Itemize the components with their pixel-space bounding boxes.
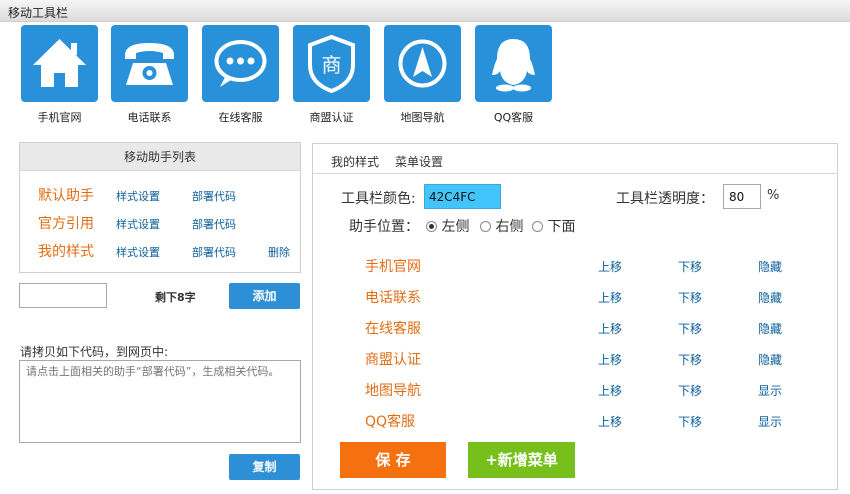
remaining-chars-text: 剩下8字: [155, 291, 196, 304]
settings-tabs: 我的样式 菜单设置: [313, 144, 837, 174]
style-settings-link[interactable]: 样式设置: [116, 188, 160, 204]
assistant-name[interactable]: 我的样式: [38, 241, 94, 261]
list-item[interactable]: 默认助手 样式设置 部署代码: [20, 185, 300, 209]
tile-online-service[interactable]: 在线客服: [202, 25, 279, 124]
menu-row: QQ客服 上移 下移 显示: [313, 411, 833, 433]
list-item[interactable]: 我的样式 样式设置 部署代码 删除: [20, 241, 300, 265]
tile-label: 在线客服: [218, 111, 263, 124]
list-item[interactable]: 官方引用 样式设置 部署代码: [20, 213, 300, 237]
home-icon: [21, 25, 98, 102]
copy-button[interactable]: 复制: [229, 454, 300, 480]
move-down-link[interactable]: 下移: [678, 320, 702, 337]
tile-mobile-site[interactable]: 手机官网: [21, 25, 98, 124]
add-menu-button[interactable]: +新增菜单: [468, 442, 575, 478]
delete-link[interactable]: 删除: [268, 244, 290, 260]
shield-badge-icon: 商: [293, 25, 370, 102]
radio-left-label: 左侧: [441, 219, 470, 235]
assistant-list-panel: 移动助手列表 默认助手 样式设置 部署代码 官方引用 样式设置 部署代码 我的样…: [19, 142, 301, 273]
radio-bottom[interactable]: [532, 221, 543, 232]
add-button[interactable]: 添加: [229, 283, 300, 309]
window-title: 移动工具栏: [8, 6, 69, 20]
save-button[interactable]: 保 存: [340, 442, 446, 478]
menu-row: 手机官网 上移 下移 隐藏: [313, 256, 833, 278]
radio-right[interactable]: [480, 221, 491, 232]
deploy-code-link[interactable]: 部署代码: [192, 216, 236, 232]
toggle-visibility-link[interactable]: 显示: [758, 382, 782, 399]
toggle-visibility-link[interactable]: 隐藏: [758, 289, 782, 306]
compass-arrow-icon: [384, 25, 461, 102]
menu-row: 商盟认证 上移 下移 隐藏: [313, 349, 833, 371]
toolbar-color-input[interactable]: [424, 184, 501, 209]
chat-bubble-icon: [202, 25, 279, 102]
move-up-link[interactable]: 上移: [598, 289, 622, 306]
window-titlebar: 移动工具栏: [0, 0, 850, 22]
move-down-link[interactable]: 下移: [678, 382, 702, 399]
move-down-link[interactable]: 下移: [678, 258, 702, 275]
move-up-link[interactable]: 上移: [598, 382, 622, 399]
tile-label: 商盟认证: [309, 111, 354, 124]
svg-text:商: 商: [322, 53, 342, 77]
tile-label: 手机官网: [37, 111, 82, 124]
position-option-right[interactable]: 右侧: [480, 216, 523, 236]
menu-item-name: 地图导航: [365, 383, 421, 399]
assistant-name[interactable]: 官方引用: [38, 213, 94, 233]
code-textarea[interactable]: [19, 360, 301, 443]
menu-item-name: 商盟认证: [365, 352, 421, 368]
tile-label: 电话联系: [127, 111, 172, 124]
menu-item-name: 在线客服: [365, 321, 421, 337]
radio-right-label: 右侧: [495, 219, 524, 235]
move-up-link[interactable]: 上移: [598, 258, 622, 275]
menu-row: 在线客服 上移 下移 隐藏: [313, 318, 833, 340]
tile-label: QQ客服: [493, 111, 534, 124]
menu-row: 电话联系 上移 下移 隐藏: [313, 287, 833, 309]
menu-item-name: 手机官网: [365, 259, 421, 275]
radio-bottom-label: 下面: [547, 219, 576, 235]
toggle-visibility-link[interactable]: 隐藏: [758, 258, 782, 275]
tile-label: 地图导航: [400, 111, 445, 124]
opacity-input[interactable]: [723, 184, 761, 209]
deploy-code-link[interactable]: 部署代码: [192, 188, 236, 204]
move-up-link[interactable]: 上移: [598, 413, 622, 430]
settings-panel: 我的样式 菜单设置 工具栏颜色: 工具栏透明度： % 助手位置： 左侧 右侧 下…: [312, 143, 838, 490]
tab-menu-settings[interactable]: 菜单设置: [395, 153, 443, 170]
opacity-label: 工具栏透明度：: [616, 191, 714, 207]
menu-item-name: QQ客服: [365, 414, 416, 430]
toolbar-color-label: 工具栏颜色:: [341, 191, 416, 207]
position-label: 助手位置：: [349, 219, 419, 235]
move-down-link[interactable]: 下移: [678, 289, 702, 306]
move-up-link[interactable]: 上移: [598, 351, 622, 368]
tab-my-style[interactable]: 我的样式: [331, 153, 379, 170]
menu-row: 地图导航 上移 下移 显示: [313, 380, 833, 402]
assistant-list-title: 移动助手列表: [20, 143, 300, 171]
position-option-left[interactable]: 左侧: [426, 216, 469, 236]
move-up-link[interactable]: 上移: [598, 320, 622, 337]
move-down-link[interactable]: 下移: [678, 413, 702, 430]
toggle-visibility-link[interactable]: 隐藏: [758, 320, 782, 337]
menu-item-name: 电话联系: [365, 290, 421, 306]
toggle-visibility-link[interactable]: 显示: [758, 413, 782, 430]
code-instruction-label: 请拷贝如下代码，到网页中:: [20, 345, 169, 359]
style-settings-link[interactable]: 样式设置: [116, 216, 160, 232]
assistant-name[interactable]: 默认助手: [38, 185, 94, 205]
opacity-unit: %: [767, 188, 780, 203]
telephone-icon: [111, 25, 188, 102]
tile-phone[interactable]: 电话联系: [111, 25, 188, 124]
radio-left[interactable]: [426, 221, 437, 232]
new-assistant-name-input[interactable]: [19, 283, 107, 308]
tile-merchant-cert[interactable]: 商 商盟认证: [293, 25, 370, 124]
tile-map-nav[interactable]: 地图导航: [384, 25, 461, 124]
style-settings-link[interactable]: 样式设置: [116, 244, 160, 260]
qq-penguin-icon: [475, 25, 552, 102]
toggle-visibility-link[interactable]: 隐藏: [758, 351, 782, 368]
move-down-link[interactable]: 下移: [678, 351, 702, 368]
position-option-bottom[interactable]: 下面: [532, 216, 575, 236]
tile-qq-service[interactable]: QQ客服: [475, 25, 552, 124]
deploy-code-link[interactable]: 部署代码: [192, 244, 236, 260]
